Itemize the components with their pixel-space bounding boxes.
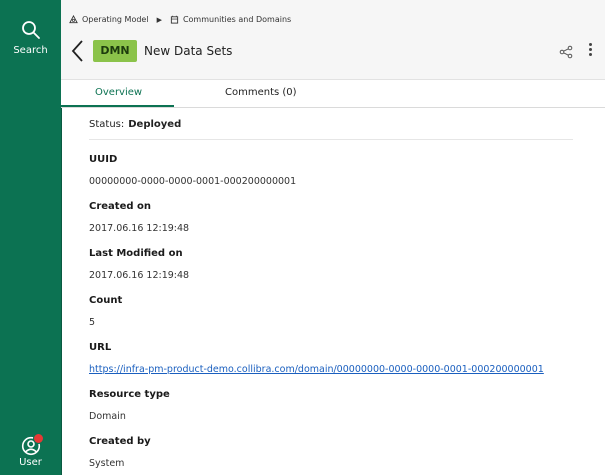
field-label: Last Modified on [89,248,183,259]
main-panel: Operating Model ▶ Communities and Domain… [61,0,605,475]
field-label: UUID [89,154,118,165]
breadcrumb-item-operating-model[interactable]: Operating Model [82,15,149,24]
page-title: New Data Sets [144,44,233,58]
tab-overview[interactable]: Overview [95,87,142,98]
field-value: 00000000-0000-0000-0001-000200000001 [89,176,297,187]
tab-comments[interactable]: Comments (0) [225,87,297,98]
more-icon [587,43,593,56]
domain-type-badge: DMN [93,40,137,62]
share-button[interactable] [559,44,573,59]
notification-dot [32,433,44,444]
communities-icon [170,15,179,24]
field-created-on: Created on 2017.06.16 12:19:48 [89,201,573,234]
field-value: 2017.06.16 12:19:48 [89,223,190,234]
field-label: Count [89,295,123,306]
back-icon [71,40,83,62]
field-value: 2017.06.16 12:19:48 [89,270,190,281]
field-value: 5 [89,317,96,328]
field-label: Created by [89,436,151,447]
breadcrumb: Operating Model ▶ Communities and Domain… [69,15,291,24]
search-label: Search [13,45,48,56]
field-created-by: Created by System [89,436,573,469]
back-button[interactable] [71,38,85,64]
status-row: Status: Deployed [89,119,573,140]
field-last-modified-on: Last Modified on 2017.06.16 12:19:48 [89,248,573,281]
header: Operating Model ▶ Communities and Domain… [61,0,605,80]
overview-content: Status: Deployed UUID 00000000-0000-0000-… [89,114,573,469]
field-resource-type: Resource type Domain [89,389,573,422]
field-label: Created on [89,201,151,212]
more-button[interactable] [587,43,593,59]
field-url: URL https://infra-pm-product-demo.collib… [89,342,573,375]
url-link[interactable]: https://infra-pm-product-demo.collibra.c… [89,364,544,375]
status-label: Status: [89,119,125,130]
field-count: Count 5 [89,295,573,328]
field-label: Resource type [89,389,170,400]
breadcrumb-separator-icon: ▶ [156,15,162,24]
user-label: User [19,457,42,468]
sidebar: Search User [0,0,62,475]
breadcrumb-item-communities[interactable]: Communities and Domains [183,15,291,24]
search-button[interactable]: Search [0,20,61,56]
search-icon [21,21,40,39]
field-uuid: UUID 00000000-0000-0000-0001-00020000000… [89,154,573,187]
share-icon [559,45,573,59]
tab-bar: Overview Comments (0) [61,80,605,108]
user-button[interactable]: User [0,433,61,468]
field-value: System [89,458,125,469]
status-value: Deployed [128,119,182,130]
field-value: Domain [89,411,126,422]
operating-model-icon [69,15,78,24]
active-tab-indicator [61,105,174,107]
field-label: URL [89,342,112,353]
